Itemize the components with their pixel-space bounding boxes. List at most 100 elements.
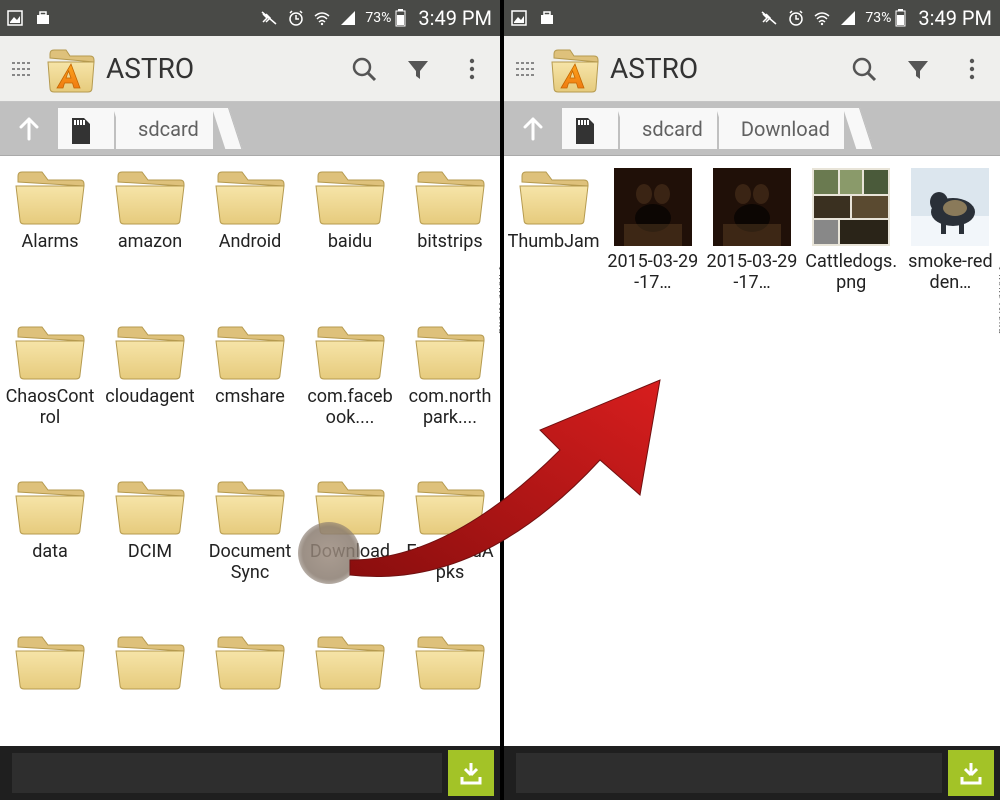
phone-left: Phone Arena 73% 3:49 PM [0, 0, 500, 800]
wifi-icon [813, 9, 831, 27]
item-label: amazon [118, 232, 182, 253]
astro-logo-icon [46, 44, 96, 94]
folder-item[interactable] [400, 633, 500, 746]
folder-item[interactable]: com.northpark.... [400, 323, 500, 468]
folder-item[interactable]: ExtractedApks [400, 478, 500, 623]
item-label: smoke-redden… [904, 252, 996, 293]
bottom-bar [504, 746, 1000, 800]
overflow-button[interactable] [450, 47, 494, 91]
download-button[interactable] [448, 750, 494, 796]
search-button[interactable] [842, 47, 886, 91]
status-bar: 73% 3:49 PM [504, 0, 1000, 36]
menu-button[interactable] [6, 60, 36, 78]
thumbnail [911, 168, 989, 246]
menu-button[interactable] [510, 60, 540, 78]
item-label: bitstrips [417, 232, 482, 253]
image-item[interactable]: 2015-03-29-17… [603, 168, 702, 328]
item-label: Alarms [21, 232, 78, 253]
image-item[interactable]: 2015-03-29-17… [702, 168, 801, 328]
item-label: data [32, 542, 68, 563]
battery-indicator: 73% [865, 9, 906, 27]
battery-indicator: 73% [365, 9, 406, 27]
folder-item[interactable]: cmshare [200, 323, 300, 468]
status-bar: 73% 3:49 PM [0, 0, 500, 36]
folder-item[interactable]: com.facebook.... [300, 323, 400, 468]
image-icon [6, 9, 24, 27]
folder-item[interactable] [0, 633, 100, 746]
watermark: Phone Arena [996, 267, 1000, 335]
ad-banner[interactable] [12, 753, 442, 793]
touch-indicator [298, 522, 360, 584]
item-label: DCIM [128, 542, 172, 563]
download-button[interactable] [948, 750, 994, 796]
image-item[interactable]: smoke-redden… [901, 168, 1000, 328]
folder-item[interactable]: Android [200, 168, 300, 313]
sdcard-icon [68, 116, 94, 142]
thumbnail [812, 168, 890, 246]
folder-item[interactable]: bitstrips [400, 168, 500, 313]
item-label: com.facebook.... [304, 387, 396, 428]
folder-item[interactable]: DocumentSync [200, 478, 300, 623]
item-label: cloudagent [105, 387, 194, 408]
search-button[interactable] [342, 47, 386, 91]
folder-item[interactable]: ChaosControl [0, 323, 100, 468]
item-label: 2015-03-29-17… [607, 252, 699, 293]
overflow-button[interactable] [950, 47, 994, 91]
folder-item[interactable] [200, 633, 300, 746]
clock: 3:49 PM [418, 6, 492, 30]
item-label: ChaosControl [4, 387, 96, 428]
image-icon [510, 9, 528, 27]
file-grid[interactable]: ThumbJam2015-03-29-17…2015-03-29-17…Catt… [504, 156, 1000, 746]
astro-logo-icon [550, 44, 600, 94]
up-button[interactable] [504, 102, 562, 155]
alarm-icon [287, 9, 305, 27]
item-label: ThumbJam [508, 232, 600, 253]
folder-item[interactable]: baidu [300, 168, 400, 313]
folder-item[interactable]: Alarms [0, 168, 100, 313]
vibrate-icon [761, 9, 779, 27]
thumbnail [614, 168, 692, 246]
item-label: baidu [328, 232, 372, 253]
file-grid[interactable]: Alarms amazon Android baidu bitstrips Ch… [0, 156, 500, 746]
folder-item[interactable]: cloudagent [100, 323, 200, 468]
vibrate-icon [261, 9, 279, 27]
item-label: ExtractedApks [404, 542, 496, 583]
image-item[interactable]: Cattledogs.png [802, 168, 901, 328]
folder-item[interactable]: DCIM [100, 478, 200, 623]
app-title: ASTRO [106, 52, 194, 85]
ad-banner[interactable] [516, 753, 942, 793]
breadcrumb-sdcard[interactable]: sdcard [116, 108, 213, 149]
app-bar: ASTRO [0, 36, 500, 102]
item-label: Cattledogs.png [805, 252, 897, 293]
sdcard-icon [572, 116, 598, 142]
breadcrumb-sdcard[interactable]: sdcard [620, 108, 717, 149]
app-title: ASTRO [610, 52, 698, 85]
item-label: com.northpark.... [404, 387, 496, 428]
clock: 3:49 PM [918, 6, 992, 30]
alarm-icon [787, 9, 805, 27]
filter-button[interactable] [896, 47, 940, 91]
folder-item[interactable] [100, 633, 200, 746]
signal-icon [339, 9, 357, 27]
filter-button[interactable] [396, 47, 440, 91]
wifi-icon [313, 9, 331, 27]
folder-item[interactable]: ThumbJam [504, 168, 603, 328]
folder-item[interactable] [300, 633, 400, 746]
breadcrumb-download[interactable]: Download [719, 108, 844, 149]
bottom-bar [0, 746, 500, 800]
item-label: cmshare [215, 387, 285, 408]
item-label: DocumentSync [204, 542, 296, 583]
up-button[interactable] [0, 102, 58, 155]
breadcrumb-storage[interactable] [58, 108, 114, 149]
thumbnail [713, 168, 791, 246]
briefcase-icon [34, 9, 52, 27]
folder-item[interactable]: amazon [100, 168, 200, 313]
briefcase-icon [538, 9, 556, 27]
breadcrumb-bar: sdcard Download [504, 102, 1000, 156]
folder-item[interactable]: data [0, 478, 100, 623]
breadcrumb-storage[interactable] [562, 108, 618, 149]
signal-icon [839, 9, 857, 27]
phone-right: Phone Arena 73% 3:49 PM [500, 0, 1000, 800]
breadcrumb-bar: sdcard [0, 102, 500, 156]
app-bar: ASTRO [504, 36, 1000, 102]
